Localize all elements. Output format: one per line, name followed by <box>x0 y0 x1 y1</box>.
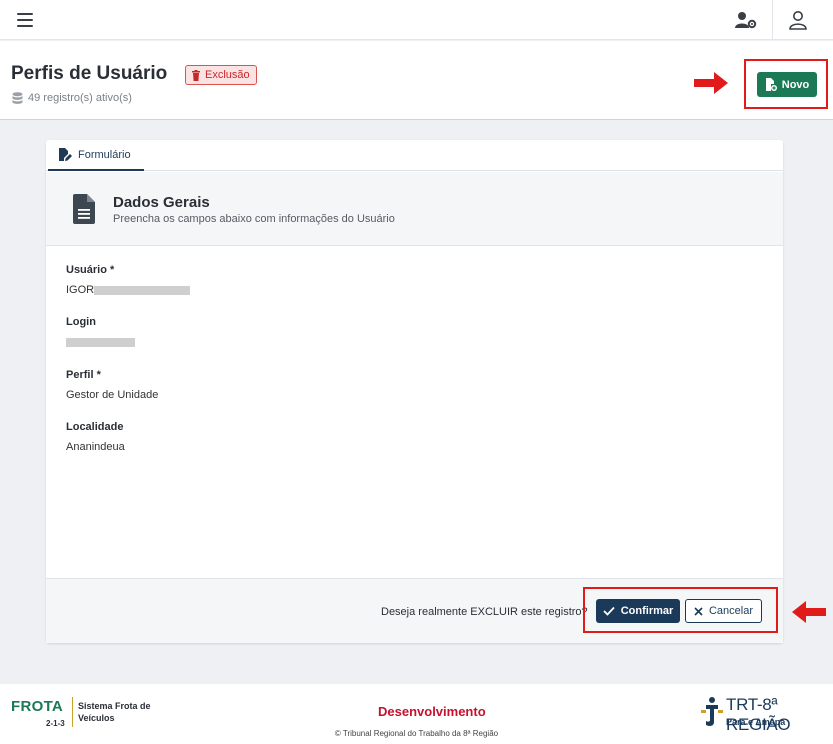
hamburger-icon[interactable] <box>17 13 33 27</box>
org-name: TRT-8ª REGIÃO <box>726 695 791 734</box>
field-value-localidade: Ananindeua <box>66 441 125 453</box>
trash-icon <box>192 69 200 81</box>
new-button[interactable]: Novo <box>757 72 817 97</box>
environment-label: Desenvolvimento <box>378 704 486 719</box>
redacted-block <box>94 285 191 295</box>
field-label-login: Login <box>66 316 96 328</box>
field-label-localidade: Localidade <box>66 421 124 433</box>
page-footer: FROTA 2-1-3 Sistema Frota de Veículos De… <box>0 684 833 744</box>
user-icon[interactable] <box>786 9 810 31</box>
field-value-login <box>66 336 135 348</box>
section-header: Dados Gerais Preencha os campos abaixo c… <box>46 172 783 246</box>
section-title: Dados Gerais <box>113 194 210 211</box>
trt-logo-icon <box>701 697 723 726</box>
annotation-arrow-left <box>792 601 826 628</box>
tab-label: Formulário <box>78 148 131 161</box>
database-icon <box>12 92 23 104</box>
field-label-usuario: Usuário * <box>66 264 115 276</box>
file-plus-icon <box>765 78 777 91</box>
record-count: 49 registro(s) ativo(s) <box>12 92 132 104</box>
copyright: © Tribunal Regional do Trabalho da 8ª Re… <box>334 729 499 738</box>
delete-confirmation-text: Deseja realmente EXCLUIR este registro? <box>381 606 588 618</box>
usuario-value-text: IGOR <box>66 284 95 296</box>
annotation-box-actions <box>583 587 778 633</box>
tab-bar: Formulário <box>46 140 783 171</box>
status-badge-label: Exclusão <box>205 69 250 81</box>
section-subtitle: Preencha os campos abaixo com informaçõe… <box>113 213 395 225</box>
org-subtitle: Pará e Amapá <box>726 717 786 727</box>
topbar-divider <box>772 0 773 40</box>
page-title: Perfis de Usuário <box>11 63 168 84</box>
document-icon <box>73 194 95 224</box>
app-description: Sistema Frota de Veículos <box>78 701 151 723</box>
tab-formulario[interactable]: Formulário <box>48 140 144 171</box>
field-value-usuario: IGOR <box>66 284 191 296</box>
record-count-text: 49 registro(s) ativo(s) <box>28 92 132 104</box>
field-value-perfil: Gestor de Unidade <box>66 389 159 401</box>
user-cog-icon[interactable] <box>734 9 758 31</box>
app-version: 2-1-3 <box>46 719 65 728</box>
form-card: Formulário Dados Gerais Preencha os camp… <box>46 140 783 643</box>
edit-file-icon <box>59 148 72 161</box>
top-bar <box>0 0 833 40</box>
field-label-perfil: Perfil * <box>66 369 101 381</box>
status-badge: Exclusão <box>185 65 257 85</box>
new-button-label: Novo <box>781 78 810 91</box>
logo-divider <box>72 697 73 727</box>
annotation-arrow-right <box>694 72 728 99</box>
app-logo: FROTA <box>11 698 64 715</box>
redacted-block <box>66 337 135 347</box>
